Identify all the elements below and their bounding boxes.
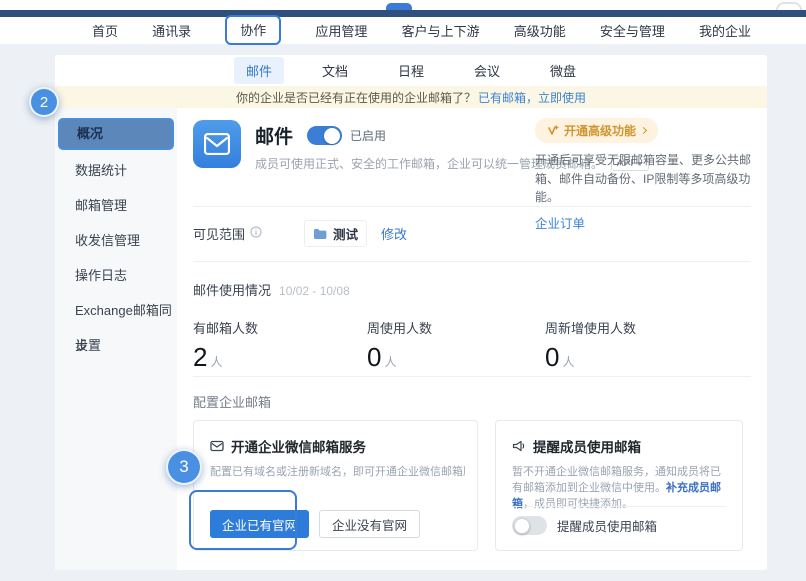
stat-value: 0人 xyxy=(545,342,636,373)
visible-range-row: 可见范围 测试 修改 xyxy=(193,220,407,247)
premium-description: 开通后可享受无限邮箱容量、更多公共邮箱、邮件自动备份、IP限制等多项高级功能。 xyxy=(535,151,751,207)
stat-unit: 人 xyxy=(384,355,396,369)
remind-members-card: 提醒成员使用邮箱 暂不开通企业微信邮箱服务，通知成员将已有邮箱添加到企业微信中使… xyxy=(495,420,743,551)
nav-item-security-management[interactable]: 安全与管理 xyxy=(600,21,665,40)
envelope-icon xyxy=(204,133,230,155)
tab-calendar[interactable]: 日程 xyxy=(386,57,436,84)
envelope-outline-icon xyxy=(210,440,224,452)
step2-badge: 2 xyxy=(29,87,59,117)
tab-mail[interactable]: 邮件 xyxy=(234,57,284,84)
visible-range-tag-chip: 测试 xyxy=(304,220,367,247)
sidebar-item-settings[interactable]: 设置 xyxy=(55,328,177,363)
tab-meetings[interactable]: 会议 xyxy=(462,57,512,84)
has-website-button[interactable]: 企业已有官网 xyxy=(210,510,309,538)
divider xyxy=(193,376,751,377)
nav-item-contacts[interactable]: 通讯录 xyxy=(152,21,191,40)
nav-item-customers[interactable]: 客户与上下游 xyxy=(402,21,480,40)
modify-link[interactable]: 修改 xyxy=(381,224,407,243)
usage-date-range: 10/02 - 10/08 xyxy=(279,284,350,298)
nav-item-collaboration[interactable]: 协作 xyxy=(240,23,266,38)
visible-range-tag: 测试 xyxy=(333,224,358,243)
sidebar-item-mailbox-management[interactable]: 邮箱管理 xyxy=(55,188,177,223)
toggle-knob xyxy=(514,518,530,534)
divider xyxy=(193,206,751,207)
chevron-right-icon xyxy=(640,127,647,134)
divider xyxy=(193,261,751,262)
mail-title-row: 邮件 已启用 xyxy=(255,122,386,149)
banner-use-now-link[interactable]: 已有邮箱，立即使用 xyxy=(478,89,586,106)
usage-title: 邮件使用情况 xyxy=(193,280,271,299)
nav-item-app-management[interactable]: 应用管理 xyxy=(315,21,367,40)
sidebar-item-data-stats[interactable]: 数据统计 xyxy=(55,153,177,188)
nav-item-home[interactable]: 首页 xyxy=(92,21,118,40)
content-card: 邮件 文档 日程 会议 微盘 你的企业是否已经有正在使用的企业邮箱了？ 已有邮箱… xyxy=(55,55,767,570)
remind-card-title: 提醒成员使用邮箱 xyxy=(533,436,641,456)
card-divider xyxy=(512,506,726,507)
stat-value: 2人 xyxy=(193,342,258,373)
remind-card-title-row: 提醒成员使用邮箱 xyxy=(512,436,641,456)
remind-toggle-label: 提醒成员使用邮箱 xyxy=(557,516,657,535)
visible-range-label: 可见范围 xyxy=(193,224,245,243)
page-title: 邮件 xyxy=(255,122,293,149)
sidebar-item-exchange-sync[interactable]: Exchange邮箱同步 xyxy=(55,293,177,328)
admin-console-page: 首页 通讯录 协作 应用管理 客户与上下游 高级功能 安全与管理 我的企业 邮件… xyxy=(0,0,806,581)
mail-overview-main: 邮件 已启用 成员可使用正式、安全的工作邮箱，企业可以统一管理成员邮箱。 API xyxy=(177,108,767,570)
remind-toggle-row: 提醒成员使用邮箱 xyxy=(512,516,657,535)
stat-weekly-users: 周使用人数 0人 xyxy=(367,318,432,373)
stat-value: 0人 xyxy=(367,342,432,373)
sidebar-item-send-receive-management[interactable]: 收发信管理 xyxy=(55,223,177,258)
activate-mailbox-card: 开通企业微信邮箱服务 配置已有域名或注册新域名，即可开通企业微信邮箱服务。 企业… xyxy=(193,420,478,551)
tab-drive[interactable]: 微盘 xyxy=(538,57,588,84)
stat-label: 周使用人数 xyxy=(367,318,432,337)
existing-mailbox-banner: 你的企业是否已经有正在使用的企业邮箱了？ 已有邮箱，立即使用 xyxy=(55,86,767,108)
sidebar-item-operation-logs[interactable]: 操作日志 xyxy=(55,258,177,293)
nav-item-advanced-features[interactable]: 高级功能 xyxy=(514,21,566,40)
tab-documents[interactable]: 文档 xyxy=(310,57,360,84)
nav-item-my-company[interactable]: 我的企业 xyxy=(699,21,751,40)
mail-enabled-toggle[interactable] xyxy=(307,126,342,145)
stat-label: 有邮箱人数 xyxy=(193,318,258,337)
sidebar-item-overview[interactable]: 概况 xyxy=(58,118,174,150)
remind-description-after: ，成员即可快捷添加。 xyxy=(523,498,633,510)
stat-new-weekly-users: 周新增使用人数 0人 xyxy=(545,318,636,373)
mail-app-icon xyxy=(193,120,241,168)
stat-mailbox-count: 有邮箱人数 2人 xyxy=(193,318,258,373)
activate-card-buttons: 企业已有官网 企业没有官网 xyxy=(210,510,420,538)
top-navigation: 首页 通讯录 协作 应用管理 客户与上下游 高级功能 安全与管理 我的企业 xyxy=(0,17,806,44)
announcement-icon xyxy=(512,440,526,452)
step3-badge: 3 xyxy=(166,449,202,485)
stat-label: 周新增使用人数 xyxy=(545,318,636,337)
mail-sidebar: 概况 数据统计 邮箱管理 收发信管理 操作日志 Exchange邮箱同步 设置 xyxy=(55,108,177,570)
stat-unit: 人 xyxy=(562,355,574,369)
open-premium-button[interactable]: 开通高级功能 xyxy=(535,118,658,143)
stat-unit: 人 xyxy=(210,355,222,369)
no-website-button[interactable]: 企业没有官网 xyxy=(319,510,420,538)
toggle-knob xyxy=(324,128,340,144)
remind-members-toggle[interactable] xyxy=(512,516,547,535)
configure-mailbox-label: 配置企业邮箱 xyxy=(193,392,271,411)
info-icon[interactable] xyxy=(250,225,262,243)
remind-card-description: 暂不开通企业微信邮箱服务，通知成员将已有邮箱添加到企业微信中使用。补充成员邮箱，… xyxy=(512,464,730,512)
top-navy-bar xyxy=(0,10,806,17)
usage-header: 邮件使用情况 10/02 - 10/08 xyxy=(193,280,350,299)
premium-feature-block: 开通高级功能 开通后可享受无限邮箱容量、更多公共邮箱、邮件自动备份、IP限制等多… xyxy=(535,118,751,232)
activate-card-description: 配置已有域名或注册新域名，即可开通企业微信邮箱服务。 xyxy=(210,464,465,480)
premium-pill-label: 开通高级功能 xyxy=(564,122,636,139)
collaboration-subtabs: 邮件 文档 日程 会议 微盘 xyxy=(55,55,767,86)
activate-card-title-row: 开通企业微信邮箱服务 xyxy=(210,436,366,456)
enterprise-order-link[interactable]: 企业订单 xyxy=(535,213,751,232)
mail-status-label: 已启用 xyxy=(350,127,386,144)
banner-question: 你的企业是否已经有正在使用的企业邮箱了？ xyxy=(236,89,476,106)
activate-card-title: 开通企业微信邮箱服务 xyxy=(231,436,366,456)
sparkle-icon xyxy=(547,125,559,137)
folder-icon xyxy=(313,228,327,240)
nav-item-collaboration-selected-box[interactable]: 协作 xyxy=(225,15,281,45)
